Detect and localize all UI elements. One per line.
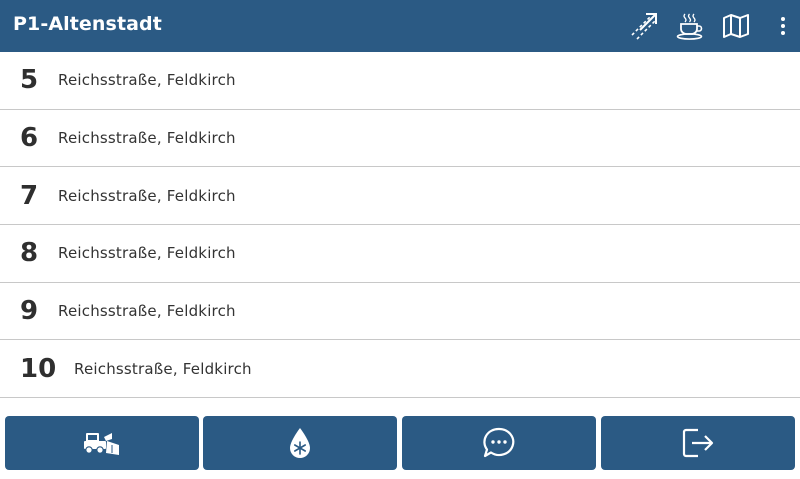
spreading-button[interactable] — [203, 416, 397, 470]
route-button[interactable] — [626, 8, 662, 44]
stop-number: 10 — [20, 353, 57, 384]
chat-bubble-icon — [483, 427, 515, 458]
coffee-cup-icon — [676, 13, 703, 40]
stop-number: 5 — [20, 65, 39, 96]
logout-icon — [682, 428, 714, 458]
stop-list: 5 Reichsstraße, Feldkirch 6 Reichsstraße… — [0, 52, 800, 398]
messages-button[interactable] — [402, 416, 596, 470]
stop-number: 6 — [20, 123, 39, 154]
list-item[interactable]: 9 Reichsstraße, Feldkirch — [0, 283, 800, 341]
stop-address: Reichsstraße, Feldkirch — [58, 302, 236, 321]
page-title: P1-Altenstadt — [13, 13, 162, 35]
logout-button[interactable] — [601, 416, 795, 470]
bottom-bar — [0, 398, 800, 479]
map-button[interactable] — [718, 8, 754, 44]
list-item[interactable]: 10 Reichsstraße, Feldkirch — [0, 340, 800, 398]
snowplow-button[interactable] — [5, 416, 199, 470]
stop-address: Reichsstraße, Feldkirch — [58, 244, 236, 263]
stop-address: Reichsstraße, Feldkirch — [58, 129, 236, 148]
stop-number: 7 — [20, 180, 39, 211]
stop-address: Reichsstraße, Feldkirch — [58, 186, 236, 205]
route-arrow-icon — [631, 13, 657, 40]
overflow-menu-button[interactable] — [774, 8, 792, 44]
stop-address: Reichsstraße, Feldkirch — [74, 359, 252, 378]
map-icon — [723, 14, 749, 38]
stop-number: 8 — [20, 238, 39, 269]
break-button[interactable] — [672, 8, 708, 44]
snowplow-truck-icon — [84, 433, 119, 455]
stop-number: 9 — [20, 296, 39, 327]
list-item[interactable]: 7 Reichsstraße, Feldkirch — [0, 167, 800, 226]
snow-drop-icon — [290, 428, 310, 458]
stop-address: Reichsstraße, Feldkirch — [58, 71, 236, 90]
app-bar: P1-Altenstadt — [0, 0, 800, 52]
list-item[interactable]: 8 Reichsstraße, Feldkirch — [0, 225, 800, 283]
list-item[interactable]: 6 Reichsstraße, Feldkirch — [0, 110, 800, 168]
more-vert-icon — [781, 17, 785, 35]
list-item[interactable]: 5 Reichsstraße, Feldkirch — [0, 52, 800, 110]
